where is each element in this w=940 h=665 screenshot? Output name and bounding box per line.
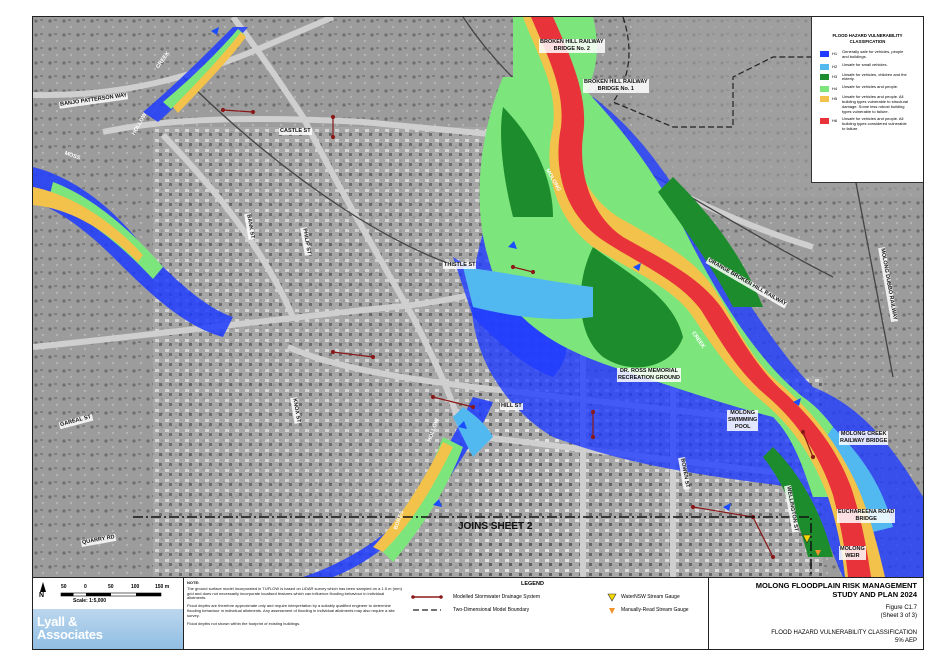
hazard-code: H5 — [832, 96, 838, 102]
hazard-legend: FLOOD HAZARD VULNERABILITY CLASSIFICATIO… — [811, 17, 923, 183]
logo-text: Lyall & Associates — [37, 614, 103, 642]
scale-tick: 50 — [108, 584, 114, 590]
hazard-description: Generally safe for vehicles, people and … — [842, 49, 904, 59]
scale-tick: 0 — [84, 584, 87, 590]
hazard-description: Unsafe for vehicles, children and the el… — [842, 71, 907, 82]
bridge-2-label: BROKEN HILL RAILWAY BRIDGE No. 2 — [539, 39, 605, 53]
hazard-description: Unsafe for vehicles and people. All buil… — [842, 116, 907, 131]
creek-railway-bridge-label: MOLONG CREEK RAILWAY BRIDGE — [839, 431, 889, 445]
hazard-code: H2 — [832, 63, 838, 69]
note-text: Flood depths are therefore approximate o… — [187, 603, 395, 618]
hazard-swatch — [820, 73, 829, 80]
hazard-swatch — [820, 118, 829, 125]
scale-tick: 150 m — [155, 584, 170, 590]
symbol-legend: LEGEND Modelled Stormwater Drainage Syst… — [403, 578, 709, 649]
report-title: MOLONG FLOODPLAIN RISK MANAGEMENT STUDY … — [755, 581, 917, 599]
figure-frame: BANJO PATTERSON WAY CASTLE ST BANK ST PH… — [32, 16, 924, 650]
legend-stormwater: Modelled Stormwater Drainage System — [453, 594, 540, 600]
hazard-code: H1 — [832, 51, 838, 56]
swimming-pool-label: MOLONG SWIMMING POOL — [727, 410, 759, 431]
street-label: THISTLE ST — [443, 262, 477, 269]
north-arrow-icon: N — [39, 582, 46, 599]
molong-weir-label: MOLONG WEIR — [839, 546, 866, 560]
scale-tick: 50 — [61, 584, 67, 590]
title-block: MOLONG FLOODPLAIN RISK MANAGEMENT STUDY … — [709, 578, 923, 649]
figure-title: FLOOD HAZARD VULNERABILITY CLASSIFICATIO… — [771, 630, 917, 644]
euchareena-bridge-label: EUCHAREENA ROAD BRIDGE — [837, 509, 896, 523]
symbol-legend-title: LEGEND — [521, 581, 544, 587]
hazard-description: Unsafe for vehicles and people. All buil… — [842, 94, 909, 114]
north-label: N — [39, 592, 45, 599]
gauge-symbols-icon — [607, 593, 617, 614]
hazard-code: H6 — [832, 118, 838, 124]
hazard-class-row: H1 Generally safe for vehicles, people an… — [820, 49, 923, 60]
hazard-swatch — [820, 63, 829, 70]
recreation-ground-label: DR. ROSS MEMORIAL RECREATION GROUND — [617, 368, 681, 382]
hazard-class-row: H3 Unsafe for vehicles, children and the … — [820, 71, 923, 83]
hazard-class-row: H4 Unsafe for vehicles and people. — [820, 84, 923, 93]
hazard-code: H3 — [832, 73, 838, 79]
flood-map[interactable]: BANJO PATTERSON WAY CASTLE ST BANK ST PH… — [33, 17, 923, 577]
legend-manual: Manually-Read Stream Gauge — [621, 607, 689, 613]
hazard-swatch — [820, 86, 829, 93]
hazard-class-row: H6 Unsafe for vehicles and people. All bu… — [820, 116, 923, 131]
hazard-swatch — [820, 96, 829, 103]
street-label: CASTLE ST — [279, 128, 312, 135]
joins-sheet-label: JOINS SHEET 2 — [458, 521, 533, 532]
legend-waternsw: WaterNSW Stream Gauge — [621, 594, 680, 600]
legend-title: FLOOD HAZARD VULNERABILITY CLASSIFICATIO… — [832, 33, 903, 44]
hazard-swatch — [820, 51, 829, 57]
bridge-1-label: BROKEN HILL RAILWAY BRIDGE No. 1 — [583, 79, 649, 93]
hazard-description: Unsafe for small vehicles. — [842, 61, 888, 67]
scale-tick: 100 — [131, 584, 140, 590]
note-text: Flood depths not shown within the footpr… — [187, 620, 301, 626]
scale-logo-panel: N 50 0 50 100 150 m Scale: 1:5,000 Lyall… — [33, 578, 184, 649]
note-text: The ground surface model incorporated in… — [187, 585, 402, 601]
legend-boundary: Two-Dimensional Model Boundary — [453, 607, 530, 613]
figure-number: Figure C1.7 (Sheet 3 of 3) — [880, 605, 917, 619]
scale-ratio: Scale: 1:5,000 — [73, 598, 107, 604]
map-footer: N 50 0 50 100 150 m Scale: 1:5,000 Lyall… — [33, 577, 923, 649]
legend-symbols-icon — [411, 595, 443, 611]
hazard-code: H4 — [832, 86, 838, 92]
notes-block: NOTE: The ground surface model incorpora… — [187, 580, 402, 649]
hazard-class-list: H1 Generally safe for vehicles, people an… — [812, 49, 923, 132]
hazard-class-row: H5 Unsafe for vehicles and people. All bu… — [820, 94, 923, 114]
hazard-description: Unsafe for vehicles and people. — [842, 84, 899, 90]
street-label: HILL ST — [500, 403, 523, 410]
company-logo: Lyall & Associates — [33, 609, 183, 649]
hazard-class-row: H2 Unsafe for small vehicles. — [820, 61, 923, 70]
